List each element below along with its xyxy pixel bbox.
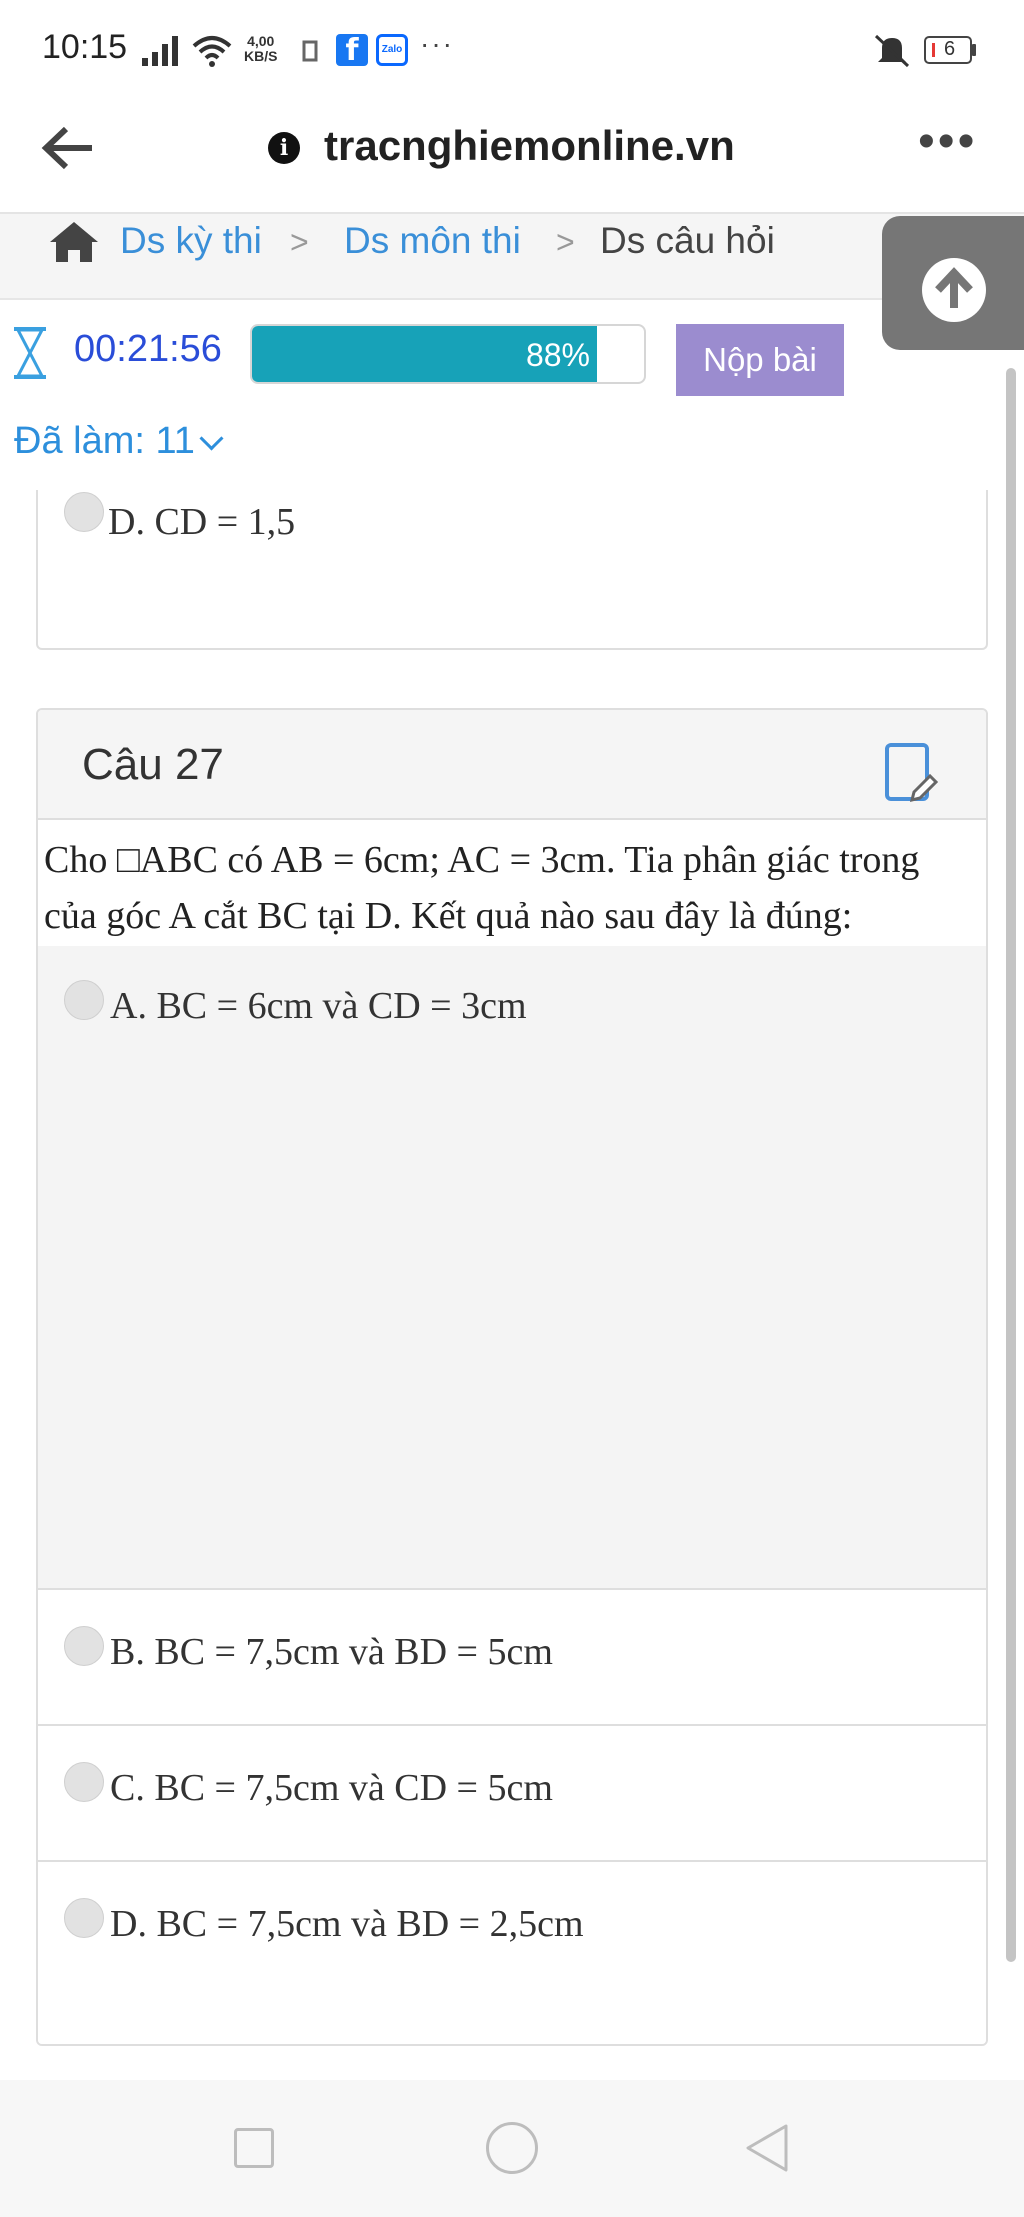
recent-apps-button[interactable]: [234, 2128, 274, 2168]
home-button[interactable]: [486, 2122, 538, 2174]
progress-bar: 88%: [250, 324, 646, 384]
question-title: Câu 27: [82, 740, 224, 789]
note-edit-icon[interactable]: [884, 742, 938, 804]
back-arrow-icon[interactable]: [40, 125, 96, 171]
home-icon[interactable]: [48, 220, 100, 264]
facebook-icon: f: [336, 34, 368, 68]
more-notifications-icon: ···: [420, 28, 454, 59]
signal-icon: [142, 36, 178, 66]
option-d-label: D. CD = 1,5: [108, 501, 296, 543]
option-d-label: D. BC = 7,5cm và BD = 2,5cm: [110, 1903, 584, 1945]
submit-button[interactable]: Nộp bài: [676, 324, 844, 396]
network-speed: 4,00 KB/S: [244, 33, 278, 64]
breadcrumb-exams[interactable]: Ds kỳ thi: [120, 220, 262, 262]
scrollbar[interactable]: [1006, 368, 1016, 1962]
option-c-label: C. BC = 7,5cm và CD = 5cm: [110, 1767, 553, 1809]
app-notification-icon: [302, 40, 318, 62]
chevron-down-icon: [199, 426, 224, 451]
back-button[interactable]: [744, 2122, 790, 2174]
question-card: Câu 27 Cho □ABC có AB = 6cm; AC = 3cm. T…: [36, 708, 988, 2046]
answered-count-dropdown[interactable]: Đã làm: 11: [14, 420, 224, 463]
wifi-icon: [192, 36, 232, 67]
countdown-timer: 00:21:56: [74, 328, 222, 370]
browser-menu-button[interactable]: •••: [918, 114, 977, 169]
radio-button[interactable]: [64, 492, 104, 532]
answered-count-label: Đã làm: 11: [14, 420, 195, 462]
zalo-icon: Zalo: [376, 34, 408, 66]
site-info-icon[interactable]: i: [268, 132, 300, 164]
status-time: 10:15: [42, 28, 128, 66]
arrow-up-icon: [922, 258, 986, 322]
option-b[interactable]: B. BC = 7,5cm và BD = 5cm: [38, 1592, 986, 1726]
option-b-label: B. BC = 7,5cm và BD = 5cm: [110, 1631, 553, 1673]
battery-icon: 6: [924, 36, 972, 64]
radio-button[interactable]: [64, 1898, 104, 1938]
option-a-label: A. BC = 6cm và CD = 3cm: [110, 985, 527, 1027]
radio-button[interactable]: [64, 980, 104, 1020]
scroll-to-top-button[interactable]: [882, 216, 1024, 350]
question-header: Câu 27: [38, 710, 986, 820]
breadcrumb-subjects[interactable]: Ds môn thi: [344, 220, 521, 262]
hourglass-icon: [14, 327, 46, 379]
breadcrumb-questions: Ds câu hỏi: [600, 220, 775, 261]
question-text: Cho □ABC có AB = 6cm; AC = 3cm. Tia phân…: [40, 820, 984, 958]
url-bar[interactable]: tracnghiemonline.vn: [324, 122, 735, 170]
breadcrumb-separator: >: [290, 224, 309, 260]
progress-label: 88%: [525, 337, 590, 373]
option-a[interactable]: A. BC = 6cm và CD = 3cm: [38, 946, 986, 1590]
radio-button[interactable]: [64, 1626, 104, 1666]
option-c[interactable]: C. BC = 7,5cm và CD = 5cm: [38, 1728, 986, 1862]
option-d[interactable]: D. BC = 7,5cm và BD = 2,5cm: [38, 1864, 986, 2044]
breadcrumb-separator: >: [556, 224, 575, 260]
mute-bell-icon: [874, 34, 910, 68]
radio-button[interactable]: [64, 1762, 104, 1802]
